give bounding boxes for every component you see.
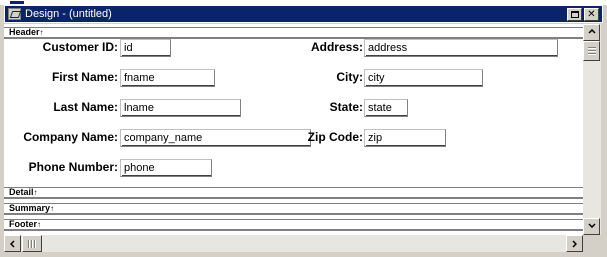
phone-number-field[interactable]: phone bbox=[120, 159, 212, 177]
scrollbar-corner bbox=[583, 235, 601, 252]
address-field[interactable]: address bbox=[364, 39, 558, 57]
close-button[interactable]: ✕ bbox=[584, 8, 599, 21]
band-summary[interactable]: Summary↑ bbox=[4, 203, 583, 215]
city-label: City: bbox=[336, 70, 363, 84]
company-name-field[interactable]: company_name bbox=[120, 129, 311, 147]
close-icon: ✕ bbox=[587, 9, 596, 20]
band-footer[interactable]: Footer↑ bbox=[4, 219, 583, 231]
chevron-up-icon bbox=[587, 29, 596, 34]
customer-id-label: Customer ID: bbox=[42, 40, 118, 54]
band-header-arrow-icon: ↑ bbox=[39, 28, 44, 37]
horizontal-scrollbar[interactable] bbox=[4, 235, 583, 252]
title-bar[interactable]: Design - (untitled) ✕ bbox=[4, 5, 603, 23]
zip-code-field[interactable]: zip bbox=[364, 129, 446, 147]
window-title: Design - (untitled) bbox=[25, 8, 112, 20]
chevron-down-icon bbox=[587, 223, 596, 228]
horizontal-scroll-thumb[interactable] bbox=[22, 235, 42, 252]
vertical-scroll-thumb[interactable] bbox=[583, 41, 600, 61]
vertical-scrollbar[interactable] bbox=[583, 24, 601, 235]
state-label: State: bbox=[329, 100, 363, 114]
band-header[interactable]: Header↑ bbox=[4, 27, 583, 39]
first-name-label: First Name: bbox=[51, 70, 118, 84]
chevron-right-icon bbox=[572, 240, 577, 248]
last-name-label: Last Name: bbox=[53, 100, 118, 114]
last-name-field[interactable]: lname bbox=[120, 99, 241, 117]
scroll-up-button[interactable] bbox=[583, 24, 600, 41]
band-header-label: Header bbox=[9, 27, 40, 37]
restore-button[interactable] bbox=[567, 8, 582, 21]
scroll-right-button[interactable] bbox=[566, 235, 583, 252]
zip-code-label: Zip Code: bbox=[307, 130, 363, 144]
chevron-left-icon bbox=[10, 240, 15, 248]
band-detail-label: Detail bbox=[9, 187, 34, 197]
design-window: Design - (untitled) ✕ Header↑ Customer I… bbox=[0, 0, 607, 257]
restore-icon bbox=[570, 11, 579, 18]
phone-number-label: Phone Number: bbox=[28, 160, 118, 174]
first-name-field[interactable]: fname bbox=[120, 69, 215, 87]
city-field[interactable]: city bbox=[364, 69, 483, 87]
band-detail-arrow-icon: ↑ bbox=[33, 188, 38, 197]
band-detail[interactable]: Detail↑ bbox=[4, 187, 583, 199]
band-footer-arrow-icon: ↑ bbox=[37, 220, 41, 229]
address-label: Address: bbox=[310, 40, 363, 54]
company-name-label: Company Name: bbox=[23, 130, 118, 144]
vertical-thumb-grip bbox=[588, 47, 596, 55]
customer-id-field[interactable]: id bbox=[120, 39, 171, 57]
horizontal-thumb-grip bbox=[28, 240, 36, 248]
band-summary-arrow-icon: ↑ bbox=[50, 204, 55, 213]
top-strip-tick bbox=[10, 1, 24, 4]
scroll-left-button[interactable] bbox=[4, 235, 21, 252]
band-footer-label: Footer bbox=[9, 219, 37, 229]
scroll-down-button[interactable] bbox=[583, 218, 600, 235]
window-right-edge bbox=[601, 23, 607, 257]
band-summary-label: Summary bbox=[9, 203, 51, 213]
state-field[interactable]: state bbox=[364, 99, 408, 117]
design-window-icon[interactable] bbox=[8, 8, 21, 20]
